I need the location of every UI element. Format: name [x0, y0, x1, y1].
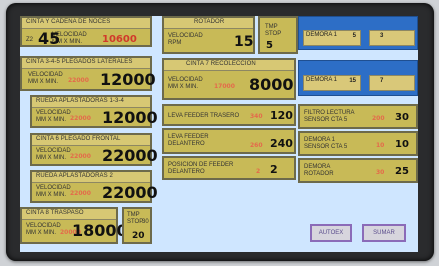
- setpoint-value[interactable]: 2: [256, 168, 260, 175]
- panel-tmp-stop-2: TMP STOP 30 20: [122, 207, 152, 244]
- right-column-second-band: DEMORA 1 15 7: [298, 60, 418, 96]
- demora-1-small-value: 3: [380, 33, 384, 39]
- speed-label: VELOCIDAD: [26, 223, 61, 229]
- panel-posicion-feeder: POSICION DE FEEDER DELANTERO 2 2: [162, 156, 296, 180]
- demora-1-label: DEMORA 1: [306, 32, 338, 38]
- speed-value[interactable]: 22000: [102, 146, 158, 165]
- panel-subtitle: DELANTERO: [168, 169, 205, 175]
- panel-cinta-plegado-frontal: CINTA 6 PLEGADO FRONTAL VELOCIDAD mm x M…: [30, 133, 158, 166]
- panel-title: ROTADOR: [194, 19, 225, 25]
- speed-value[interactable]: 18000: [72, 221, 128, 240]
- panel-filtro-lectura: FILTRO LECTURA SENSOR CTA 5 200 30: [298, 104, 418, 129]
- tmp-label: TMP: [127, 212, 140, 218]
- panel-subtitle: ROTADOR: [304, 171, 334, 177]
- tmp-label: TMP: [265, 24, 278, 30]
- manual-button[interactable]: SUMAR: [362, 224, 406, 242]
- rotator-delay-value[interactable]: 25: [395, 166, 409, 177]
- speed-label: VELOCIDAD: [36, 110, 71, 116]
- demora-2-small-field[interactable]: 7: [369, 75, 415, 91]
- demora-1-small-field[interactable]: 3: [369, 30, 415, 46]
- small-label: Z2: [26, 37, 34, 43]
- setpoint-value[interactable]: 340: [250, 113, 263, 120]
- panel-title: LEVA FEEDER: [168, 134, 209, 140]
- panel-cinta-cadena: CINTA Y CADENA DE NOCES VELOCIDAD mm x M…: [20, 16, 152, 48]
- position-value[interactable]: 2: [270, 163, 278, 176]
- right-column-top-band: DEMORA 1 5 3: [298, 16, 418, 50]
- stop-label: STOP: [265, 31, 282, 37]
- panel-rotador: ROTADOR VELOCIDAD RPM 15: [162, 16, 255, 54]
- unit-label: RPM: [168, 40, 182, 46]
- panel-title: DEMORA 1: [304, 137, 336, 143]
- panel-title: RUEDA APLASTADORAS 2: [36, 173, 113, 179]
- speed-value[interactable]: 22000: [102, 183, 158, 202]
- panel-cinta-plegados: CINTA 3-4-5 PLEGADOS LATERALES VELOCIDAD…: [20, 56, 156, 91]
- panel-title: CINTA Y CADENA DE NOCES: [26, 19, 111, 25]
- auto-button[interactable]: AUTOEX: [310, 224, 352, 242]
- speed-label: VELOCIDAD: [36, 148, 71, 154]
- panel-demora-rotador: DEMORA ROTADOR 30 25: [298, 158, 418, 183]
- unit-label: mm x Min.: [36, 192, 66, 198]
- demora-2-field[interactable]: DEMORA 1 15: [303, 75, 361, 91]
- demora-1-value: 5: [352, 33, 356, 39]
- demora-2-value: 15: [349, 78, 356, 84]
- speed-label: VELOCIDAD: [168, 77, 203, 83]
- demora-1-field[interactable]: DEMORA 1 5: [303, 30, 361, 46]
- tmp-value[interactable]: 5: [266, 40, 273, 51]
- unit-label: mm x Min.: [168, 84, 198, 90]
- unit-label: mm x Min.: [36, 155, 66, 161]
- panel-rueda-aplastadoras-1: RUEDA APLASTADORAS 1-3-4 VELOCIDAD mm x …: [30, 95, 158, 128]
- filter-value[interactable]: 30: [395, 112, 409, 123]
- demora-2-small-value: 7: [380, 78, 384, 84]
- panel-title: RUEDA APLASTADORAS 1-3-4: [36, 98, 124, 104]
- panel-subtitle: DELANTERO: [168, 141, 205, 147]
- panel-leva-trasero: LEVA FEEDER TRASERO 340 120: [162, 104, 296, 126]
- setpoint-value[interactable]: 22000: [70, 115, 91, 122]
- panel-rueda-aplastadoras-2: RUEDA APLASTADORAS 2 VELOCIDAD mm x Min.…: [30, 170, 158, 203]
- panel-title: CINTA 6 PLEGADO FRONTAL: [36, 136, 121, 142]
- demora-2-label: DEMORA 1: [306, 77, 338, 83]
- small-label: 30: [142, 219, 149, 225]
- panel-subtitle: SENSOR CTA 5: [304, 144, 348, 150]
- panel-title: CINTA 7 RECOLECCION: [186, 61, 256, 67]
- panel-cinta-recoleccion: CINTA 7 RECOLECCION VELOCIDAD mm x Min. …: [162, 58, 296, 100]
- panel-cinta-transfer: CINTA 8 TRASPASO VELOCIDAD mm x Min. 200…: [20, 207, 128, 244]
- panel-demora-sensor: DEMORA 1 SENSOR CTA 5 10 10: [298, 131, 418, 156]
- speed-value[interactable]: 12000: [100, 70, 156, 89]
- speed-label: VELOCIDAD: [28, 72, 63, 78]
- setpoint-value[interactable]: 22000: [70, 153, 91, 160]
- leva-value[interactable]: 120: [270, 109, 293, 122]
- setpoint-value[interactable]: 22000: [70, 190, 91, 197]
- delay-value[interactable]: 10: [395, 139, 409, 150]
- panel-title: POSICION DE FEEDER: [168, 162, 234, 168]
- panel-tmp-stop-1: TMP STOP 5: [258, 16, 298, 54]
- setpoint-value[interactable]: 10: [376, 142, 384, 149]
- speed-value[interactable]: 15: [234, 34, 253, 50]
- speed-label: VELOCIDAD: [36, 185, 71, 191]
- speed-value[interactable]: 12000: [102, 108, 158, 127]
- unit-label: mm x Min.: [28, 79, 58, 85]
- stop-label: STOP: [127, 219, 144, 225]
- setpoint-value[interactable]: 200: [372, 115, 385, 122]
- setpoint-value[interactable]: 17000: [214, 83, 235, 90]
- speed-value[interactable]: 45: [38, 29, 60, 48]
- setpoint-value[interactable]: 10600: [102, 34, 137, 45]
- unit-label: mm x Min.: [26, 230, 56, 236]
- panel-title: CINTA 8 TRASPASO: [26, 210, 84, 216]
- setpoint-value[interactable]: 30: [376, 169, 384, 176]
- panel-subtitle: SENSOR CTA 5: [304, 117, 348, 123]
- panel-title: CINTA 3-4-5 PLEGADOS LATERALES: [26, 59, 133, 65]
- speed-value[interactable]: 8000: [249, 75, 294, 94]
- speed-label: VELOCIDAD: [168, 33, 203, 39]
- tmp-value[interactable]: 20: [132, 231, 145, 241]
- leva-value[interactable]: 240: [270, 137, 293, 150]
- setpoint-value[interactable]: 22000: [68, 77, 89, 84]
- panel-leva-delantero: LEVA FEEDER DELANTERO 260 240: [162, 128, 296, 154]
- hmi-screen: CINTA Y CADENA DE NOCES VELOCIDAD mm x M…: [20, 16, 418, 252]
- panel-title: DEMORA: [304, 164, 331, 170]
- setpoint-value[interactable]: 260: [250, 142, 263, 149]
- panel-title: LEVA FEEDER TRASERO: [168, 113, 240, 119]
- unit-label: mm x Min.: [36, 117, 66, 123]
- panel-title: FILTRO LECTURA: [304, 110, 355, 116]
